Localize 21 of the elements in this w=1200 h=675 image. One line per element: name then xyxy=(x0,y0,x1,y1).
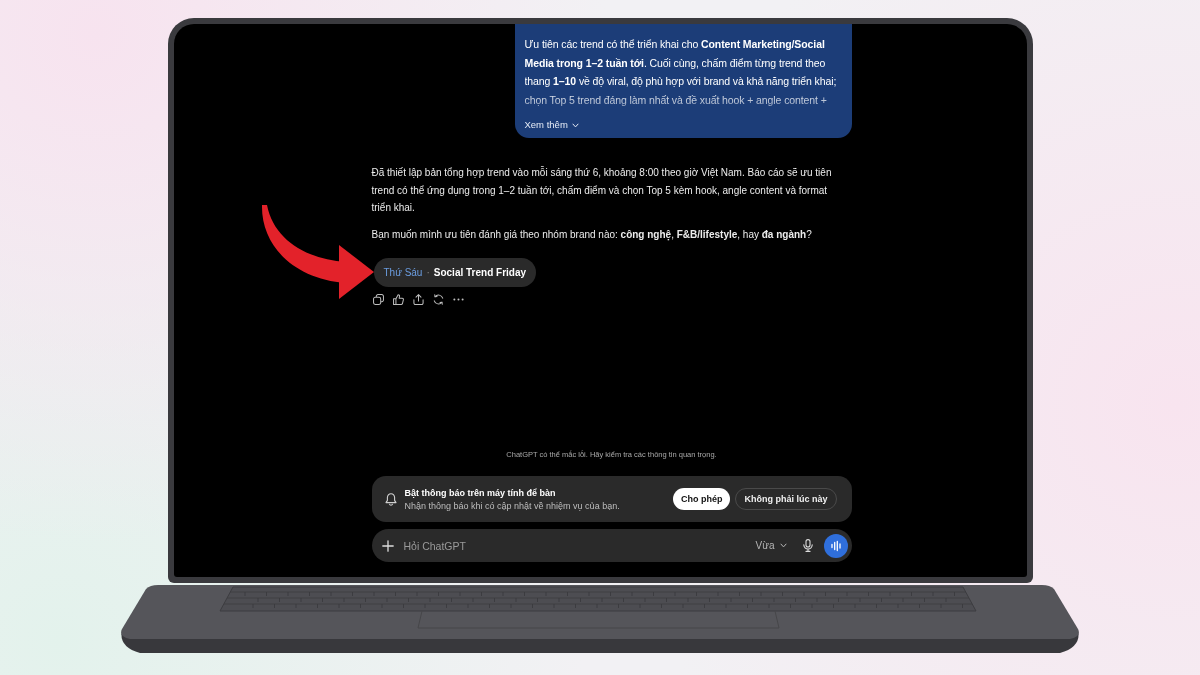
bell-icon xyxy=(384,492,397,506)
model-picker[interactable]: Vừa xyxy=(755,540,787,551)
user-message-text: Ưu tiên các trend có thể triển khai cho Content Marketing/Social Media trong 1–2 tuần tới. Cuối cùng, chấm điểm từng trend theo thang 1–10 về độ viral, độ phù hợp với brand và khả năng triển khai; chọn Top 5 trend đáng làm nhất và đề xuất hook + angle content + xyxy=(524,37,837,108)
notification-subtitle: Nhận thông báo khi có cập nhật về nhiệm vụ của bạn. xyxy=(404,499,620,512)
assistant-message-text: Bạn muốn mình ưu tiên đánh giá theo nhóm brand nào: công nghệ, F&B/lifestyle, hay đa ngành? xyxy=(371,228,813,243)
share-icon[interactable] xyxy=(412,294,424,305)
composer-bar[interactable]: Hỏi ChatGPT Vừa xyxy=(371,529,852,562)
plus-icon[interactable] xyxy=(381,539,394,552)
notification-title: Bật thông báo trên máy tính để bàn xyxy=(404,486,556,499)
show-more-link[interactable]: Xem thêm xyxy=(524,118,579,132)
scheduled-task-chip[interactable]: Thứ Sáu · Social Trend Friday xyxy=(373,257,537,287)
caret-icon xyxy=(779,543,787,548)
microphone-icon[interactable] xyxy=(802,539,813,552)
allow-button[interactable]: Cho phép xyxy=(673,488,731,510)
assistant-message-text: Đã thiết lập bản tổng hợp trend vào mỗi sáng thứ 6, khoảng 8:00 theo giờ Việt Nam. Báo cáo sẽ ưu tiên trend có thể ứng dụng trong 1–2 tuần tới, chấm điểm và chọn Top 5 kèm hook, angle content và format triển khai. xyxy=(371,165,833,215)
caret-icon xyxy=(571,122,579,128)
copy-icon[interactable] xyxy=(372,294,384,305)
voice-mode-icon[interactable] xyxy=(823,533,848,558)
refresh-icon[interactable] xyxy=(432,294,444,305)
message-input[interactable]: Hỏi ChatGPT xyxy=(403,537,756,554)
thumbs-up-icon[interactable] xyxy=(392,294,404,305)
